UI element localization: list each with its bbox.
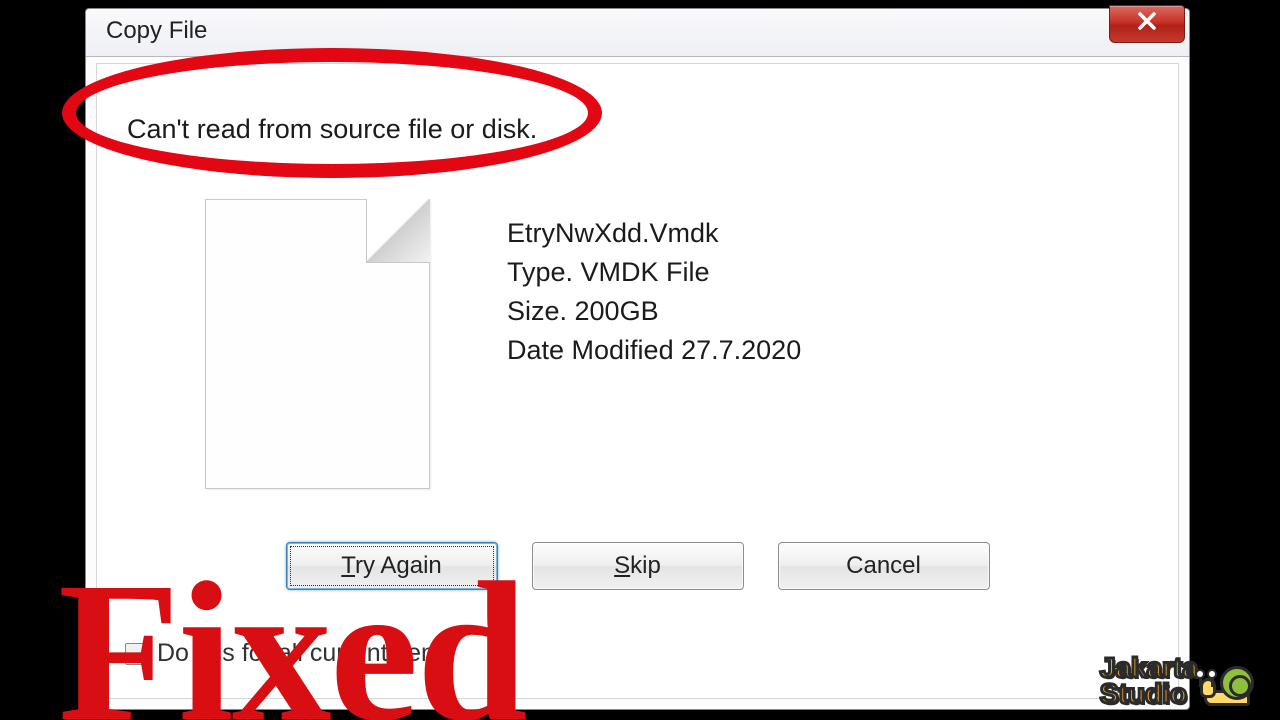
dialog-title: Copy File [106,17,207,45]
file-size: Size. 200GB [507,292,801,331]
file-info: EtryNwXdd.Vmdk Type. VMDK File Size. 200… [507,214,801,371]
try-again-button[interactable]: Try Again [286,542,498,590]
button-row: Try Again Skip Cancel [97,542,1178,590]
file-type: Type. VMDK File [507,253,801,292]
close-button[interactable] [1109,5,1185,43]
file-icon [205,199,430,489]
copy-file-dialog: Copy File Can't read from source file or… [85,8,1190,710]
error-message: Can't read from source file or disk. [127,114,537,145]
file-date: Date Modified 27.7.2020 [507,331,801,370]
apply-all-row[interactable]: Do this for all current items [125,639,454,668]
titlebar[interactable]: Copy File [86,9,1189,57]
cancel-button[interactable]: Cancel [778,542,990,590]
apply-all-checkbox[interactable] [125,643,147,665]
file-name: EtryNwXdd.Vmdk [507,214,801,253]
close-icon [1136,10,1158,38]
skip-button[interactable]: Skip [532,542,744,590]
snail-icon [1204,656,1258,706]
dialog-content: Can't read from source file or disk. Etr… [96,63,1179,699]
apply-all-label: Do this for all current items [157,639,454,668]
